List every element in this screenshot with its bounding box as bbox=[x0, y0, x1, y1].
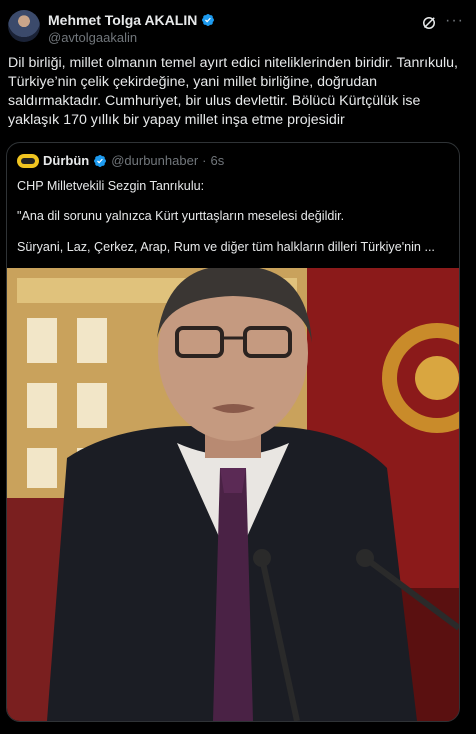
author-handle[interactable]: @avtolgaakalin bbox=[48, 30, 137, 45]
quoted-tweet-card[interactable]: Dürbün @durbunhaber · 6s CHP Milletvekil… bbox=[6, 142, 460, 722]
separator-dot: · bbox=[202, 153, 207, 168]
tweet-header: Mehmet Tolga AKALIN @avtolgaakalin ··· bbox=[8, 8, 468, 48]
tweet-line: saldırmaktadır. Cumhuriyet, bir ulus dev… bbox=[8, 93, 421, 109]
verified-badge-icon bbox=[202, 14, 215, 26]
quoted-text-line-1: CHP Milletvekili Sezgin Tanrıkulu: bbox=[17, 179, 205, 193]
more-icon[interactable]: ··· bbox=[445, 12, 464, 30]
quoted-text-line-2: "Ana dil sorunu yalnızca Kürt yurttaşlar… bbox=[17, 209, 345, 223]
verified-badge-icon bbox=[94, 154, 107, 167]
author-name-row: Mehmet Tolga AKALIN bbox=[48, 12, 215, 28]
quoted-author-handle[interactable]: @durbunhaber bbox=[111, 153, 198, 168]
quoted-author-name[interactable]: Dürbün bbox=[43, 153, 89, 168]
author-display-name[interactable]: Mehmet Tolga AKALIN bbox=[48, 12, 197, 28]
quoted-text-line-3: Süryani, Laz, Çerkez, Arap, Rum ve diğer… bbox=[17, 240, 435, 254]
durbun-avatar bbox=[17, 153, 39, 168]
tweet-line: yaklaşık 170 yıllık bir yapay millet inş… bbox=[8, 112, 345, 128]
tweet-line: Dil birliği, millet olmanın temel ayırt … bbox=[8, 55, 458, 71]
quoted-photo[interactable] bbox=[7, 268, 459, 721]
tweet-text: Dil birliği, millet olmanın temel ayırt … bbox=[8, 54, 464, 130]
tweet-line: Türkiye’nin çelik çekirdeğine, yani mill… bbox=[8, 74, 378, 90]
quoted-tweet-header: Dürbün @durbunhaber · 6s bbox=[17, 153, 224, 168]
quoted-timestamp[interactable]: 6s bbox=[211, 153, 225, 168]
author-avatar[interactable] bbox=[8, 10, 40, 42]
grok-icon[interactable] bbox=[420, 14, 438, 32]
